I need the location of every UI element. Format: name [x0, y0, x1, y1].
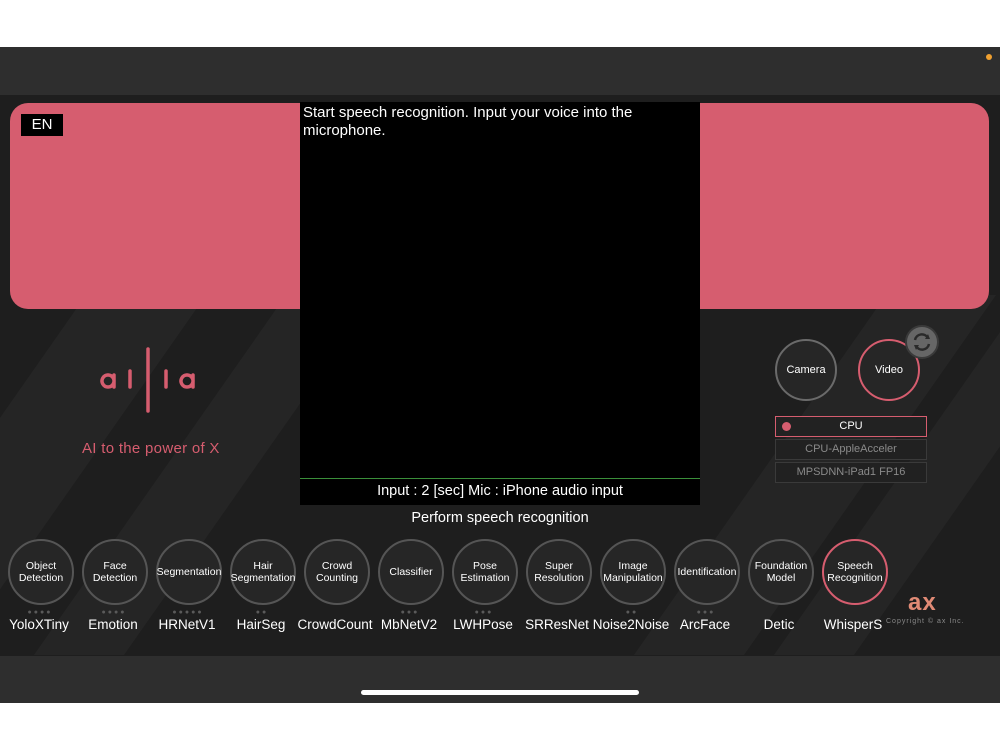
- model-button-super-resolution[interactable]: Super Resolution: [526, 539, 592, 605]
- home-indicator[interactable]: [361, 690, 639, 695]
- compute-option-mpsdnn[interactable]: MPSDNN-iPad1 FP16: [775, 462, 927, 483]
- top-bar: [0, 47, 1000, 95]
- model-button-foundation-model[interactable]: Foundation Model: [748, 539, 814, 605]
- status-indicator-dot: [986, 54, 992, 60]
- tagline: AI to the power of X: [82, 440, 220, 457]
- compute-option-label: CPU: [839, 420, 863, 432]
- model-name-label: Emotion: [88, 617, 138, 632]
- model-button-face-detection[interactable]: Face Detection: [82, 539, 148, 605]
- model-variant-dots: ●●: [255, 609, 269, 616]
- model-variant-dots: ●●●●: [27, 609, 53, 616]
- model-name-label: HRNetV1: [158, 617, 216, 632]
- model-button-classifier[interactable]: Classifier: [378, 539, 444, 605]
- video-output-panel: Start speech recognition. Input your voi…: [300, 102, 700, 505]
- model-name-label: HairSeg: [236, 617, 286, 632]
- ailia-logo: [100, 347, 195, 413]
- model-variant-dots: ●●: [625, 609, 639, 616]
- model-button-pose-estimation[interactable]: Pose Estimation: [452, 539, 518, 605]
- model-name-label: SRResNet: [525, 617, 589, 632]
- model-name-label: LWHPose: [453, 617, 513, 632]
- audio-waveform-line: [300, 478, 700, 479]
- model-name-label: YoloXTiny: [9, 617, 69, 632]
- model-name-label: Detic: [763, 617, 795, 632]
- model-name-label: WhisperS: [823, 617, 883, 632]
- camera-mode-button[interactable]: Camera: [775, 339, 837, 401]
- model-variant-dots: ●●●●●: [172, 609, 204, 616]
- model-name-label: MbNetV2: [380, 617, 438, 632]
- model-variant-dots: ●●●: [474, 609, 494, 616]
- model-button-speech-recognition[interactable]: Speech Recognition: [822, 539, 888, 605]
- model-button-object-detection[interactable]: Object Detection: [8, 539, 74, 605]
- model-button-identification[interactable]: Identification: [674, 539, 740, 605]
- ax-logo: ax: [908, 589, 937, 616]
- compute-option-cpu-apple[interactable]: CPU-AppleAcceler: [775, 439, 927, 460]
- task-description: Perform speech recognition: [411, 510, 589, 526]
- model-name-label: Noise2Noise: [592, 617, 670, 632]
- model-button-segmentation[interactable]: Segmentation: [156, 539, 222, 605]
- model-variant-dots: ●●●: [696, 609, 716, 616]
- app-main: EN Start speech recognition. Input your …: [0, 95, 1000, 656]
- model-button-crowd-counting[interactable]: Crowd Counting: [304, 539, 370, 605]
- copyright-text: Copyright © ax Inc.: [886, 618, 965, 625]
- recognition-message: Start speech recognition. Input your voi…: [303, 104, 633, 139]
- compute-option-cpu[interactable]: CPU: [775, 416, 927, 437]
- model-button-image-manipulation[interactable]: Image Manipulation: [600, 539, 666, 605]
- model-name-label: ArcFace: [679, 617, 731, 632]
- model-variant-dots: ●●●●: [101, 609, 127, 616]
- model-variant-dots: ●●●: [400, 609, 420, 616]
- model-name-label: CrowdCount: [297, 617, 373, 632]
- language-badge[interactable]: EN: [21, 114, 63, 136]
- bottom-bar: [0, 656, 1000, 703]
- model-button-hair-segmentation[interactable]: Hair Segmentation: [230, 539, 296, 605]
- input-info-text: Input : 2 [sec] Mic : iPhone audio input: [377, 483, 623, 499]
- selected-radio-icon: [782, 422, 791, 431]
- switch-camera-icon[interactable]: [905, 325, 939, 359]
